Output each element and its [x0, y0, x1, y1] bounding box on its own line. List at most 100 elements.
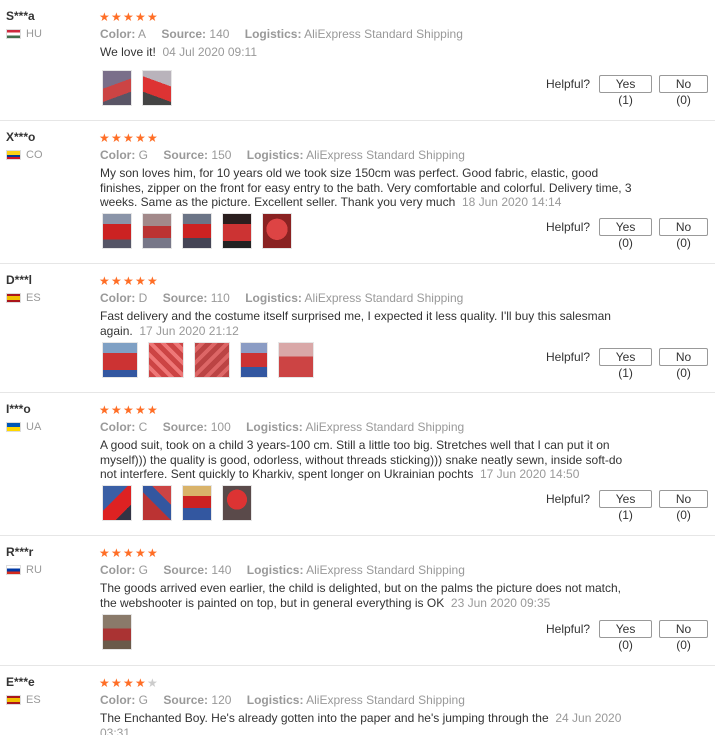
- star-icon: ★: [99, 274, 110, 288]
- review-item: D***l ES ★★★★★ Color: D Source: 110 Logi…: [0, 264, 715, 393]
- helpful-yes-button[interactable]: Yes (0): [599, 620, 653, 652]
- helpful-no-button[interactable]: No (0): [659, 75, 708, 107]
- star-icon: ★: [123, 274, 134, 288]
- star-icon: ★: [123, 10, 134, 24]
- review-photo[interactable]: [142, 70, 172, 106]
- star-icon: ★: [147, 274, 158, 288]
- star-icon: ★: [99, 403, 110, 417]
- review-photo[interactable]: [182, 485, 212, 521]
- helpful-no-button[interactable]: No (0): [659, 490, 708, 522]
- reviewer-country: HU: [6, 28, 86, 40]
- source-label: Source:: [162, 420, 208, 434]
- helpful-label: Helpful?: [546, 77, 591, 91]
- review-photo[interactable]: [194, 342, 230, 378]
- helpful-yes-button[interactable]: Yes (0): [599, 218, 653, 250]
- order-info: Color: D Source: 110 Logistics: AliExpre…: [100, 291, 463, 305]
- review-photo[interactable]: [222, 485, 252, 521]
- star-icon: ★: [123, 676, 134, 690]
- source-label: Source:: [163, 693, 209, 707]
- helpful-yes-button[interactable]: Yes (1): [599, 348, 653, 380]
- helpful-yes-button[interactable]: Yes (1): [599, 75, 653, 107]
- helpful-label: Helpful?: [546, 492, 591, 506]
- color-value: G: [138, 148, 149, 162]
- color-value: D: [138, 291, 148, 305]
- reviewer-name: X***o: [6, 130, 36, 144]
- color-label: Color:: [100, 27, 136, 41]
- flag-icon: [6, 150, 21, 160]
- review-photo[interactable]: [278, 342, 314, 378]
- review-photo[interactable]: [102, 213, 132, 249]
- review-photo[interactable]: [222, 213, 252, 249]
- star-icon: ★: [147, 403, 158, 417]
- review-photo[interactable]: [142, 485, 172, 521]
- logistics-value: AliExpress Standard Shipping: [304, 27, 463, 41]
- logistics-value: AliExpress Standard Shipping: [304, 291, 464, 305]
- color-value: A: [138, 27, 147, 41]
- color-label: Color:: [100, 291, 136, 305]
- logistics-value: AliExpress Standard Shipping: [306, 148, 465, 162]
- review-photo[interactable]: [240, 342, 268, 378]
- helpful-no-button[interactable]: No (0): [659, 620, 708, 652]
- star-icon: ★: [135, 676, 146, 690]
- star-icon: ★: [99, 546, 110, 560]
- review-photo[interactable]: [148, 342, 184, 378]
- color-label: Color:: [100, 563, 136, 577]
- helpful-votes: Helpful? Yes (0) No (0): [546, 218, 715, 250]
- source-label: Source:: [163, 563, 209, 577]
- color-label: Color:: [100, 148, 136, 162]
- star-icon: ★: [99, 10, 110, 24]
- source-label: Source:: [161, 27, 207, 41]
- country-code: UA: [26, 421, 42, 433]
- flag-icon: [6, 29, 21, 39]
- review-text: We love it! 04 Jul 2020 09:11: [100, 45, 640, 60]
- logistics-label: Logistics:: [246, 693, 304, 707]
- review-item: X***o CO ★★★★★ Color: G Source: 150 Logi…: [0, 121, 715, 264]
- order-info: Color: G Source: 120 Logistics: AliExpre…: [100, 693, 465, 707]
- color-label: Color:: [100, 693, 136, 707]
- review-photos: [102, 485, 252, 521]
- review-photo[interactable]: [142, 213, 172, 249]
- star-icon: ★: [147, 546, 158, 560]
- helpful-no-button[interactable]: No (0): [659, 218, 708, 250]
- order-info: Color: A Source: 140 Logistics: AliExpre…: [100, 27, 463, 41]
- helpful-no-button[interactable]: No (0): [659, 348, 708, 380]
- review-photos: [102, 213, 292, 249]
- color-value: G: [138, 563, 149, 577]
- reviewer-country: CO: [6, 149, 86, 161]
- source-label: Source:: [162, 291, 208, 305]
- review-text: Fast delivery and the costume itself sur…: [100, 309, 640, 338]
- review-photo[interactable]: [102, 342, 138, 378]
- helpful-votes: Helpful? Yes (0) No (0): [546, 620, 715, 652]
- review-date: 18 Jun 2020 14:14: [461, 195, 562, 209]
- country-code: RU: [26, 564, 42, 576]
- helpful-label: Helpful?: [546, 622, 591, 636]
- flag-icon: [6, 565, 21, 575]
- star-icon: ★: [111, 546, 122, 560]
- review-photos: [102, 614, 132, 650]
- review-photo[interactable]: [102, 485, 132, 521]
- star-icon: ★: [135, 274, 146, 288]
- helpful-yes-button[interactable]: Yes (1): [599, 490, 653, 522]
- logistics-value: AliExpress Standard Shipping: [306, 693, 465, 707]
- logistics-label: Logistics:: [246, 420, 303, 434]
- reviewer-country: ES: [6, 292, 86, 304]
- star-icon: ★: [111, 403, 122, 417]
- review-photo[interactable]: [102, 614, 132, 650]
- reviewer-info: D***l ES: [6, 273, 86, 304]
- helpful-votes: Helpful? Yes (1) No (0): [546, 75, 715, 107]
- review-photo[interactable]: [102, 70, 132, 106]
- reviewer-country: ES: [6, 694, 86, 706]
- country-code: HU: [26, 28, 42, 40]
- review-photo[interactable]: [262, 213, 292, 249]
- source-value: 110: [210, 291, 230, 305]
- review-photo[interactable]: [182, 213, 212, 249]
- reviewer-info: R***r RU: [6, 545, 86, 576]
- flag-icon: [6, 695, 21, 705]
- star-icon: ★: [99, 131, 110, 145]
- star-icon: ★: [135, 403, 146, 417]
- logistics-label: Logistics:: [245, 291, 302, 305]
- reviewer-info: E***e ES: [6, 675, 86, 706]
- review-item: I***o UA ★★★★★ Color: C Source: 100 Logi…: [0, 393, 715, 536]
- order-info: Color: C Source: 100 Logistics: AliExpre…: [100, 420, 464, 434]
- reviewer-info: S***a HU: [6, 9, 86, 40]
